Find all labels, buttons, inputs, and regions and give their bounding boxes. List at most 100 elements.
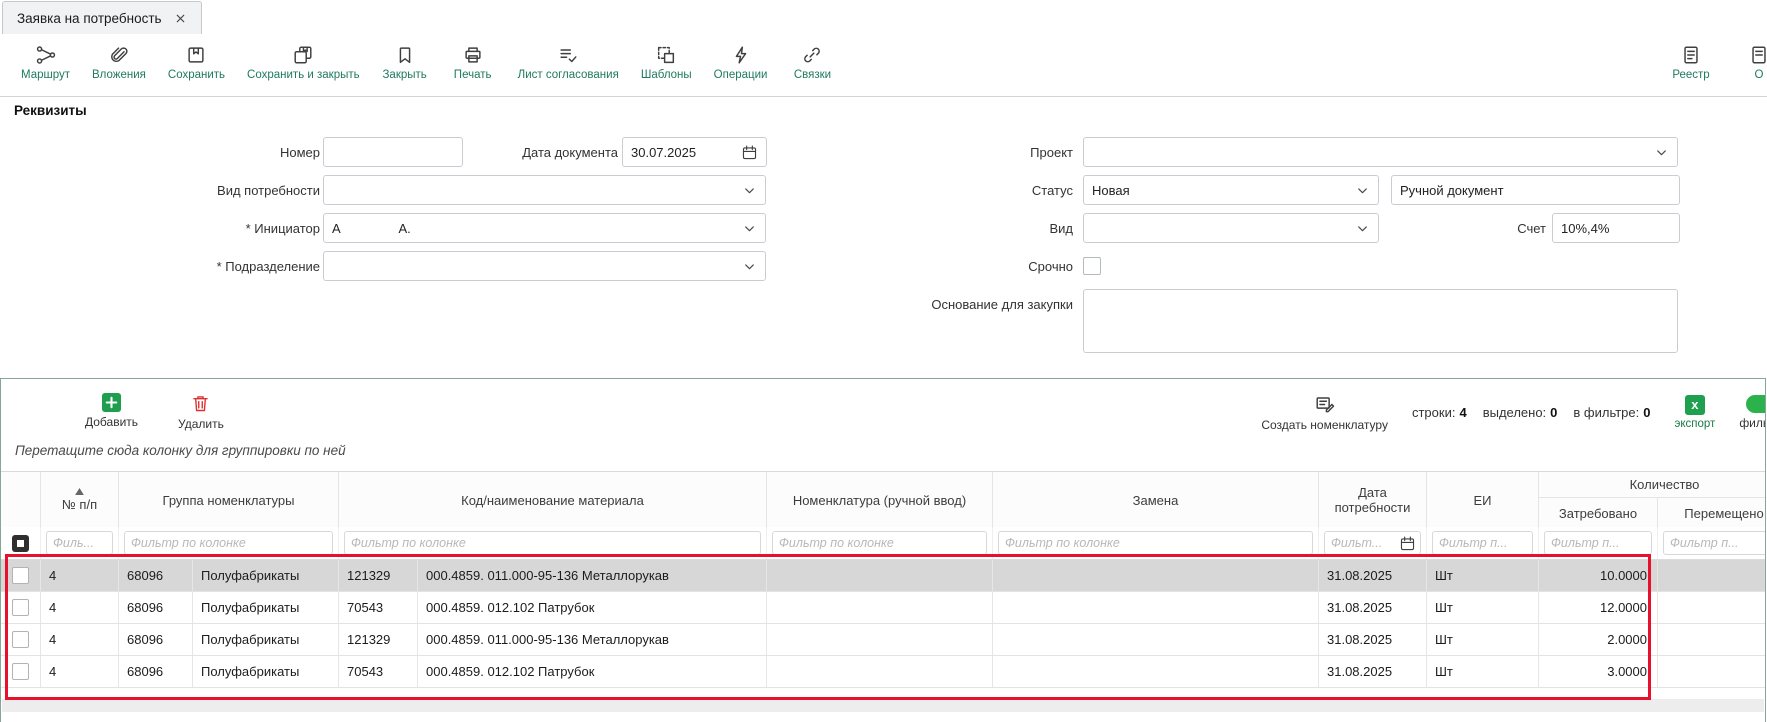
close-button[interactable]: Закрыть	[371, 42, 439, 83]
create-nomenclature-button[interactable]: Создать номенклатуру	[1261, 393, 1388, 432]
horizontal-scrollbar[interactable]	[2, 699, 1764, 712]
col-header-manual-nomenclature[interactable]: Номенклатура (ручной ввод)	[767, 472, 993, 528]
cell-material-code: 70543	[339, 656, 418, 687]
row-checkbox[interactable]	[12, 631, 29, 648]
app-window: Заявка на потребность Маршрут Вложения С…	[0, 0, 1767, 722]
filter-input-num[interactable]	[46, 531, 113, 555]
group-by-hint: Перетащите сюда колонку для группировки …	[15, 443, 346, 458]
col-header-material[interactable]: Код/наименование материала	[339, 472, 767, 528]
status-select[interactable]: Новая	[1083, 175, 1379, 205]
department-select[interactable]	[323, 251, 766, 281]
kind-select[interactable]	[1083, 213, 1379, 243]
table-row[interactable]: 4 68096 Полуфабрикаты 70543 000.4859. 01…	[1, 656, 1766, 688]
cell-replacement	[993, 624, 1319, 655]
table-row[interactable]: 4 68096 Полуфабрикаты 121329 000.4859. 0…	[1, 560, 1766, 592]
cell-num: 4	[41, 560, 119, 591]
purchase-basis-label: Основание для закупки	[823, 297, 1073, 312]
cell-material-name: 000.4859. 012.102 Патрубок	[418, 656, 767, 687]
add-row-button[interactable]: Добавить	[85, 393, 138, 431]
registry-button[interactable]: Реестр	[1657, 42, 1725, 83]
save-button[interactable]: Сохранить	[157, 42, 236, 83]
col-header-replacement[interactable]: Замена	[993, 472, 1319, 528]
row-checkbox[interactable]	[12, 567, 29, 584]
filter-input-group[interactable]	[124, 531, 333, 555]
delete-row-button[interactable]: Удалить	[178, 393, 224, 431]
project-select[interactable]	[1083, 137, 1678, 167]
filter-input-unit[interactable]	[1432, 531, 1533, 555]
create-nomenclature-label: Создать номенклатуру	[1261, 418, 1388, 432]
row-checkbox-cell	[1, 592, 41, 623]
cell-group-name: Полуфабрикаты	[193, 592, 339, 623]
account-label: Счет	[1446, 221, 1546, 236]
filter-input-manual-nomenclature[interactable]	[772, 531, 987, 555]
select-all-cell	[1, 527, 41, 559]
col-header-moved[interactable]: Перемещено	[1658, 498, 1766, 528]
table-header: № п/п Группа номенклатуры Код/наименован…	[1, 471, 1766, 529]
operations-button[interactable]: Операции	[703, 42, 779, 83]
filter-input-moved[interactable]	[1663, 531, 1766, 555]
cell-unit: Шт	[1427, 560, 1539, 591]
registry-label: Реестр	[1672, 69, 1709, 81]
purchase-basis-textarea[interactable]	[1083, 289, 1678, 353]
col-header-unit[interactable]: ЕИ	[1427, 472, 1539, 528]
filter-input-material[interactable]	[344, 531, 761, 555]
col-header-num[interactable]: № п/п	[41, 472, 119, 528]
export-button[interactable]: x экспорт	[1675, 395, 1716, 430]
account-input[interactable]	[1552, 213, 1680, 243]
chevron-down-icon	[1355, 183, 1370, 198]
templates-label: Шаблоны	[641, 69, 692, 81]
route-button[interactable]: Маршрут	[10, 42, 81, 83]
filter-input-replacement[interactable]	[998, 531, 1313, 555]
cell-need-date: 31.08.2025	[1319, 656, 1427, 687]
col-header-group[interactable]: Группа номенклатуры	[119, 472, 339, 528]
cell-group-code: 68096	[119, 656, 193, 687]
chevron-down-icon	[1355, 221, 1370, 236]
templates-button[interactable]: Шаблоны	[630, 42, 703, 83]
number-input[interactable]	[323, 137, 463, 167]
cell-material-code: 121329	[339, 560, 418, 591]
cell-group-name: Полуфабрикаты	[193, 560, 339, 591]
save-and-close-button[interactable]: Сохранить и закрыть	[236, 42, 371, 83]
col-header-requested[interactable]: Затребовано	[1539, 498, 1658, 528]
cell-moved	[1658, 624, 1766, 655]
urgent-checkbox[interactable]	[1083, 257, 1101, 275]
print-button[interactable]: Печать	[439, 42, 507, 83]
select-all-checkbox[interactable]	[12, 535, 29, 552]
table-row[interactable]: 4 68096 Полуфабрикаты 70543 000.4859. 01…	[1, 592, 1766, 624]
cell-moved	[1658, 656, 1766, 687]
need-type-select[interactable]	[323, 175, 766, 205]
initiator-select[interactable]: А А.	[323, 213, 766, 243]
filter-toggle[interactable]	[1746, 395, 1766, 413]
col-header-need-date[interactable]: Дата потребности	[1319, 472, 1427, 528]
filter-input-requested[interactable]	[1544, 531, 1652, 555]
attachments-button[interactable]: Вложения	[81, 42, 157, 83]
cell-manual-nomenclature	[767, 624, 993, 655]
tab-request[interactable]: Заявка на потребность	[2, 1, 202, 35]
calendar-icon[interactable]	[741, 144, 758, 161]
chain-link-icon	[801, 44, 823, 66]
registry-icon	[1680, 44, 1702, 66]
table-row[interactable]: 4 68096 Полуфабрикаты 121329 000.4859. 0…	[1, 624, 1766, 656]
row-checkbox[interactable]	[12, 599, 29, 616]
templates-icon	[655, 44, 677, 66]
cell-material-name: 000.4859. 011.000-95-136 Металлорукав	[418, 624, 767, 655]
filter-cell-replacement	[993, 527, 1319, 559]
cell-need-date: 31.08.2025	[1319, 624, 1427, 655]
cell-group-code: 68096	[119, 560, 193, 591]
approval-sheet-button[interactable]: Лист согласования	[507, 42, 630, 83]
calendar-icon[interactable]	[1399, 535, 1416, 552]
route-label: Маршрут	[21, 69, 70, 81]
links-button[interactable]: Связки	[778, 42, 846, 83]
sort-asc-icon	[75, 488, 84, 495]
clipped-toolbar-button[interactable]: О	[1725, 42, 1767, 83]
links-label: Связки	[794, 69, 831, 81]
manual-doc-input[interactable]	[1391, 175, 1680, 205]
document-icon	[1748, 44, 1767, 66]
doc-date-input[interactable]: 30.07.2025	[622, 137, 767, 167]
row-checkbox[interactable]	[12, 663, 29, 680]
tab-close-icon[interactable]	[174, 12, 187, 25]
main-toolbar: Маршрут Вложения Сохранить Сохранить и з…	[0, 34, 1767, 97]
initiator-label: * Инициатор	[70, 221, 320, 236]
cell-requested: 12.0000	[1539, 592, 1658, 623]
chevron-down-icon	[742, 183, 757, 198]
